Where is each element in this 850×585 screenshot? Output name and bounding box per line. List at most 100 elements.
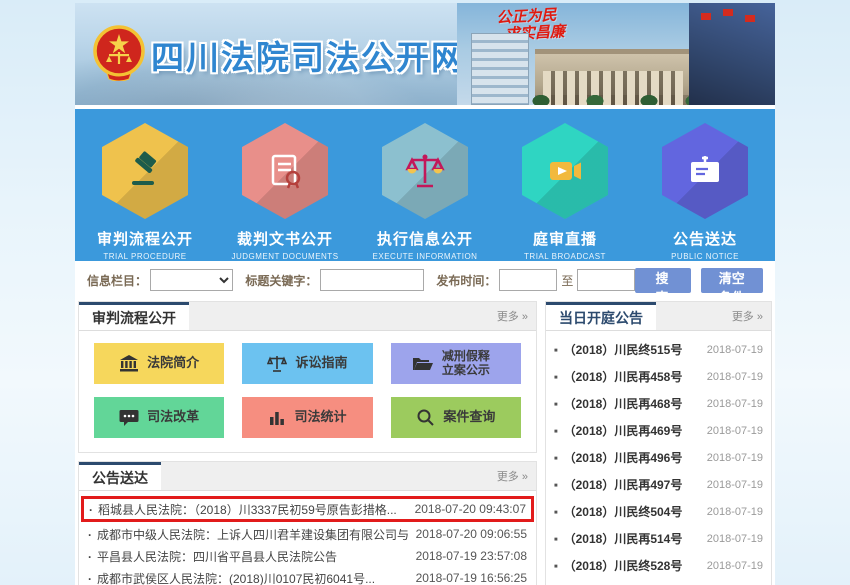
keyword-label: 标题关键字： <box>245 272 317 289</box>
category-select[interactable] <box>150 269 233 291</box>
public-notice-panel: 公告送达 更多 » 稻城县人民法院：（2018）川3337民初59号原告彭措格.… <box>78 461 537 585</box>
hearing-list-item[interactable]: （2018）川民再514号 2018-07-19 <box>554 525 763 552</box>
gavel-icon <box>124 150 166 192</box>
date-from-input[interactable] <box>499 269 557 291</box>
nav-label-zh: 公告送达 <box>673 228 737 249</box>
highlight-annotation-box: 稻城县人民法院：（2018）川3337民初59号原告彭措格... 2018-07… <box>81 496 534 522</box>
nav-item-execute-information[interactable]: 执行信息公开 EXECUTE INFORMATION <box>355 109 495 261</box>
hearing-list-item[interactable]: （2018）川民终566号 2018-07-19 <box>554 579 763 585</box>
red-flag-icon <box>745 15 755 22</box>
case-number: （2018）川民终528号 <box>554 557 682 574</box>
notice-list-item[interactable]: 成都市中级人民法院：上诉人四川君羊建设集团有限公司与被上诉... 2018-07… <box>88 523 527 545</box>
trial-procedure-panel: 审判流程公开 更多 » 法院简介 <box>78 301 537 453</box>
search-filter-bar: 信息栏目： 标题关键字： 发布时间： 至 搜 索 清空条件 <box>75 261 775 299</box>
notice-title: 稻城县人民法院：（2018）川3337民初59号原告彭措格... <box>89 501 397 518</box>
keyword-input[interactable] <box>320 269 424 291</box>
today-hearing-panel: 当日开庭公告 更多 » （2018）川民终515号 2018-07-19 （20… <box>545 301 772 585</box>
case-number: （2018）川民终504号 <box>554 503 682 520</box>
notice-date: 2018-07-20 09:06:55 <box>408 527 527 541</box>
date-to-input[interactable] <box>577 269 635 291</box>
nav-label-en: EXECUTE INFORMATION <box>373 252 478 261</box>
notice-title: 成都市武侯区人民法院：(2018)川0107民初6041号... <box>88 570 375 585</box>
notice-title: 成都市中级人民法院：上诉人四川君羊建设集团有限公司与被上诉... <box>88 526 408 543</box>
red-flag-icon <box>701 13 711 20</box>
left-column: 审判流程公开 更多 » 法院简介 <box>78 301 537 585</box>
more-link[interactable]: 更多 » <box>732 308 771 324</box>
hexagon-tile <box>102 123 188 219</box>
magnifier-icon <box>416 408 435 427</box>
judicial-reform-button[interactable]: 司法改革 <box>94 397 224 438</box>
nav-label-zh: 裁判文书公开 <box>237 228 333 249</box>
site-title-link[interactable]: 四川法院司法公开网 <box>151 31 466 79</box>
panel-header: 当日开庭公告 更多 » <box>546 302 771 331</box>
nav-label-zh: 执行信息公开 <box>377 228 473 249</box>
notice-list-item[interactable]: 稻城县人民法院：（2018）川3337民初59号原告彭措格... 2018-07… <box>89 499 526 519</box>
hearing-list-item[interactable]: （2018）川民终515号 2018-07-19 <box>554 336 763 363</box>
hearing-date: 2018-07-19 <box>707 560 763 572</box>
right-column: 当日开庭公告 更多 » （2018）川民终515号 2018-07-19 （20… <box>545 301 772 585</box>
hearing-list-item[interactable]: （2018）川民终528号 2018-07-19 <box>554 552 763 579</box>
hexagon-tile <box>382 123 468 219</box>
litigation-guide-button[interactable]: 诉讼指南 <box>242 343 372 384</box>
nav-item-trial-broadcast[interactable]: 庭审直播 TRIAL BROADCAST <box>495 109 635 261</box>
speech-bubble-icon <box>119 409 139 427</box>
notice-list-item[interactable]: 成都市武侯区人民法院：(2018)川0107民初6041号... 2018-07… <box>88 567 527 585</box>
parole-filing-button[interactable]: 减刑假释立案公示 <box>391 343 521 384</box>
nav-label-en: PUBLIC NOTICE <box>671 252 739 261</box>
banner-mountain-background: 四川法院司法公开网 <box>75 3 457 105</box>
hearing-list-item[interactable]: （2018）川民终504号 2018-07-19 <box>554 498 763 525</box>
case-number: （2018）川民再496号 <box>554 449 682 466</box>
panel-title: 审判流程公开 <box>79 302 189 330</box>
nav-label-zh: 审判流程公开 <box>97 228 193 249</box>
hearing-date: 2018-07-19 <box>707 479 763 491</box>
hearing-list-item[interactable]: （2018）川民再469号 2018-07-19 <box>554 417 763 444</box>
national-emblem-icon <box>93 25 145 86</box>
judicial-statistics-button[interactable]: 司法统计 <box>242 397 372 438</box>
notice-title: 平昌县人民法院：四川省平昌县人民法院公告 <box>88 548 337 565</box>
hearing-list-item[interactable]: （2018）川民再497号 2018-07-19 <box>554 471 763 498</box>
nav-label-zh: 庭审直播 <box>533 228 597 249</box>
hexagon-tile <box>522 123 608 219</box>
quick-links-grid: 法院简介 诉讼指南 <box>79 331 536 452</box>
case-query-button[interactable]: 案件查询 <box>391 397 521 438</box>
case-number: （2018）川民再497号 <box>554 476 682 493</box>
hearing-date: 2018-07-19 <box>707 371 763 383</box>
hearing-list-item[interactable]: （2018）川民再496号 2018-07-19 <box>554 444 763 471</box>
more-link[interactable]: 更多 » <box>497 468 536 484</box>
hearing-list-item[interactable]: （2018）川民再458号 2018-07-19 <box>554 363 763 390</box>
date-label: 发布时间： <box>436 272 496 289</box>
trees <box>523 93 703 105</box>
hearing-list-item[interactable]: （2018）川民再468号 2018-07-19 <box>554 390 763 417</box>
clear-filters-button[interactable]: 清空条件 <box>701 268 763 293</box>
main-nav-band: 审判流程公开 TRIAL PROCEDURE 裁判文书公开 JUDGMENT D… <box>75 109 775 261</box>
hearing-date: 2018-07-19 <box>707 425 763 437</box>
court-intro-button[interactable]: 法院简介 <box>94 343 224 384</box>
hexagon-tile <box>662 123 748 219</box>
courthouse-icon <box>119 355 139 373</box>
hearing-date: 2018-07-19 <box>707 398 763 410</box>
nav-item-public-notice[interactable]: 公告送达 PUBLIC NOTICE <box>635 109 775 261</box>
case-number: （2018）川民终515号 <box>554 341 682 358</box>
notice-list: 稻城县人民法院：（2018）川3337民初59号原告彭措格... 2018-07… <box>79 491 536 585</box>
nav-label-en: TRIAL BROADCAST <box>524 252 606 261</box>
hearing-date: 2018-07-19 <box>707 506 763 518</box>
photo-dark-section <box>689 3 775 105</box>
case-number: （2018）川民再468号 <box>554 395 682 412</box>
page-content: 四川法院司法公开网 公正为民 求实昌廉 <box>75 3 775 585</box>
nav-label-en: TRIAL PROCEDURE <box>103 252 186 261</box>
bar-chart-icon <box>268 409 286 427</box>
more-link[interactable]: 更多 » <box>497 308 536 324</box>
search-button[interactable]: 搜 索 <box>635 268 690 293</box>
scales-icon <box>403 149 447 193</box>
notice-list-item[interactable]: 平昌县人民法院：四川省平昌县人民法院公告 2018-07-19 23:57:08 <box>88 545 527 567</box>
case-number: （2018）川民再514号 <box>554 530 682 547</box>
nav-item-judgment-documents[interactable]: 裁判文书公开 JUDGMENT DOCUMENTS <box>215 109 355 261</box>
courthouse-photo: 公正为民 求实昌廉 <box>457 3 775 105</box>
panel-header: 审判流程公开 更多 » <box>79 302 536 331</box>
panel-header: 公告送达 更多 » <box>79 462 536 491</box>
notice-date: 2018-07-19 23:57:08 <box>408 549 527 563</box>
case-number: （2018）川民再469号 <box>554 422 682 439</box>
red-flag-icon <box>723 9 733 16</box>
document-seal-icon <box>264 150 306 192</box>
nav-item-trial-procedure[interactable]: 审判流程公开 TRIAL PROCEDURE <box>75 109 215 261</box>
